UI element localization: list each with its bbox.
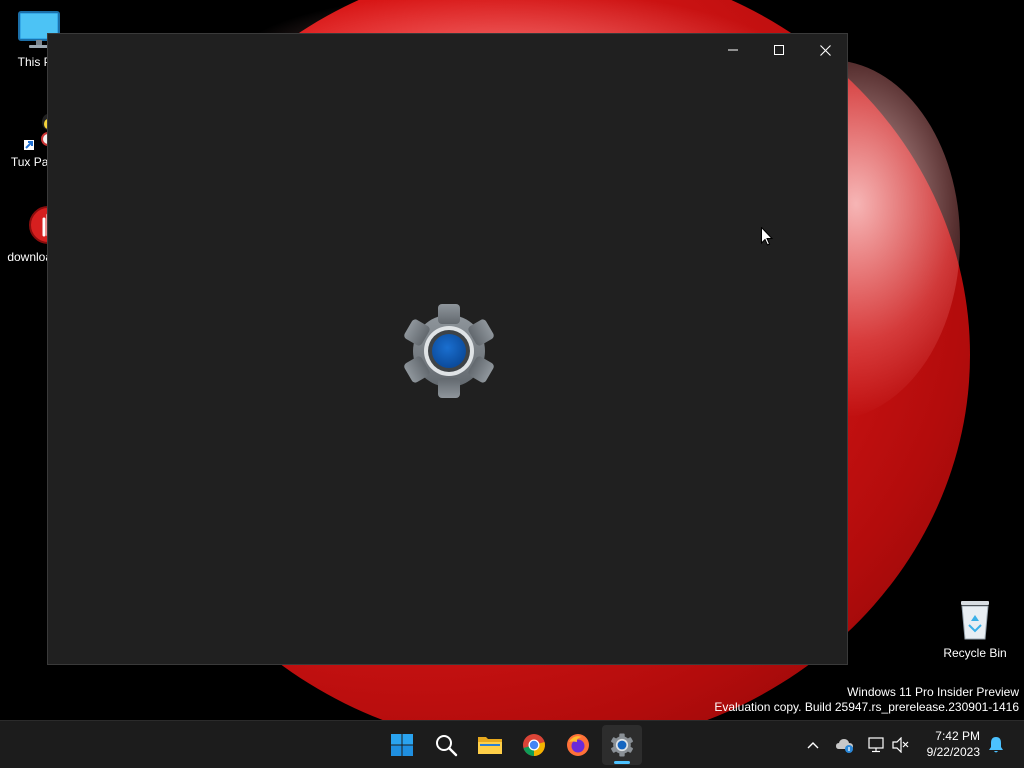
settings-gear-icon — [611, 733, 633, 757]
bell-icon — [989, 737, 1003, 753]
folder-icon — [478, 737, 502, 754]
close-icon — [819, 44, 831, 56]
minimize-button[interactable] — [710, 34, 756, 66]
recycle-bin-icon — [961, 601, 989, 640]
maximize-button[interactable] — [756, 34, 802, 66]
volume-tray-button[interactable] — [889, 733, 913, 757]
firefox-button[interactable] — [558, 725, 598, 765]
chrome-icon — [523, 734, 545, 756]
chrome-button[interactable] — [514, 725, 554, 765]
firefox-icon — [567, 734, 589, 756]
chevron-up-icon — [807, 742, 819, 749]
onedrive-tray-button[interactable] — [833, 733, 857, 757]
volume-muted-icon — [892, 737, 909, 753]
file-explorer-button[interactable] — [470, 725, 510, 765]
windows-start-icon — [391, 734, 413, 756]
taskbar: 7:42 PM 9/22/2023 — [0, 720, 1024, 768]
close-button[interactable] — [802, 34, 848, 66]
onedrive-icon — [836, 739, 853, 753]
search-button[interactable] — [426, 725, 466, 765]
network-icon — [868, 737, 884, 753]
network-tray-button[interactable] — [865, 733, 889, 757]
watermark-edition: Windows 11 Pro Insider Preview — [847, 685, 1019, 699]
maximize-icon — [774, 45, 784, 55]
clock-time: 7:42 PM — [935, 729, 980, 743]
desktop-icon-label: Recycle Bin — [943, 646, 1007, 660]
settings-taskbar-button[interactable] — [602, 725, 642, 765]
clock-date: 9/22/2023 — [926, 745, 980, 759]
show-hidden-icons-button[interactable] — [801, 733, 825, 757]
settings-gear-icon — [400, 302, 498, 405]
title-bar[interactable] — [48, 34, 847, 66]
desktop-icon-recycle-bin[interactable]: Recycle Bin — [939, 597, 1011, 660]
start-button[interactable] — [382, 725, 422, 765]
watermark-build: Evaluation copy. Build 25947.rs_prerelea… — [714, 700, 1019, 714]
search-icon — [436, 735, 458, 757]
active-app-indicator — [614, 761, 630, 764]
notifications-button[interactable] — [984, 733, 1008, 757]
minimize-icon — [728, 49, 738, 51]
mouse-cursor-icon — [761, 226, 774, 251]
settings-window[interactable] — [47, 33, 848, 665]
windows-watermark: Windows 11 Pro Insider Preview Evaluatio… — [714, 685, 1019, 715]
taskbar-clock[interactable]: 7:42 PM 9/22/2023 — [927, 728, 980, 760]
